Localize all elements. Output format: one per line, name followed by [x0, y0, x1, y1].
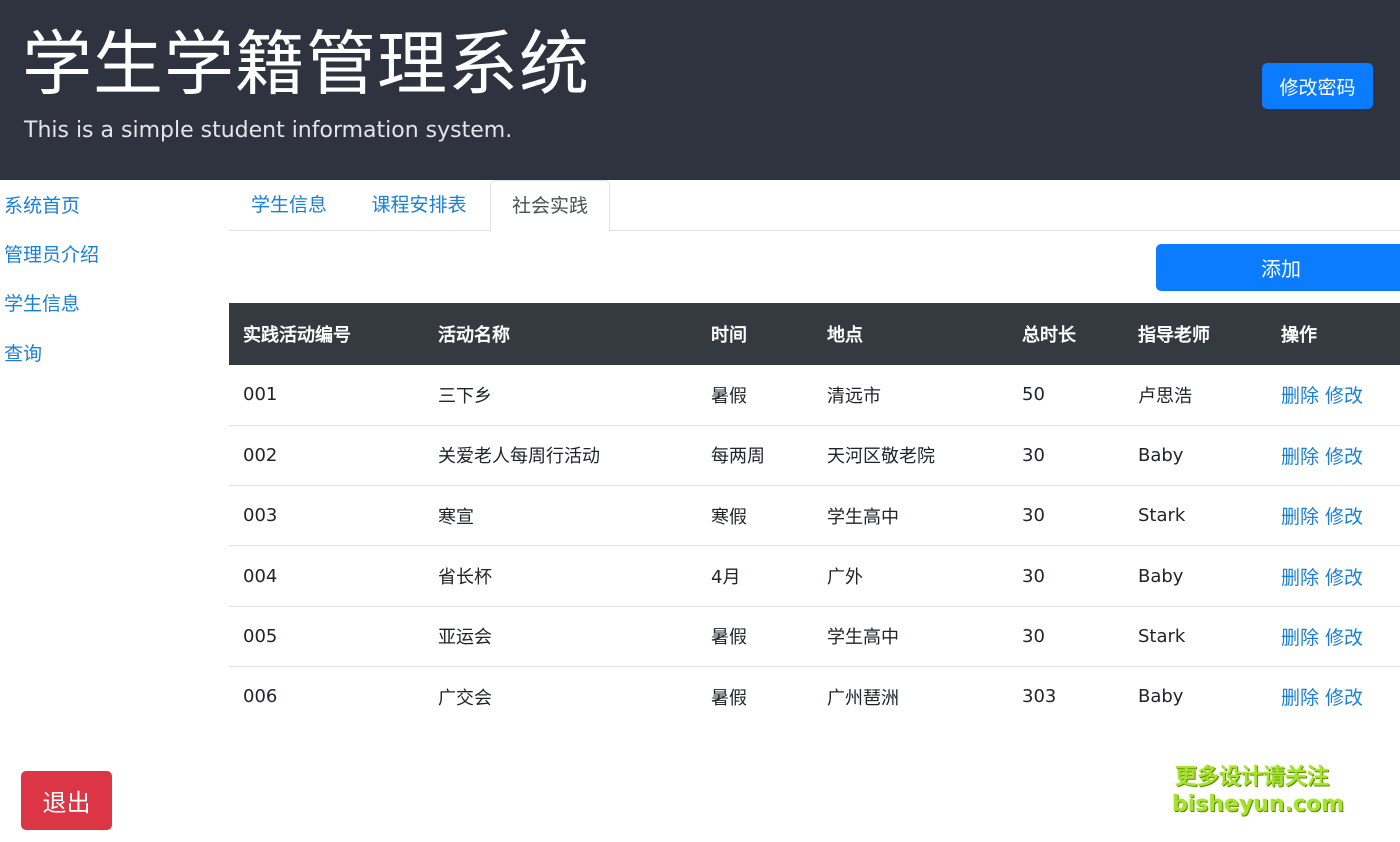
tab-bar: 学生信息 课程安排表 社会实践 [229, 180, 1400, 232]
cell-teacher: Stark [1138, 625, 1186, 647]
cell-place: 学生高中 [827, 627, 899, 649]
table-header-row: 实践活动编号 活动名称 时间 地点 总时长 指导老师 操作 [229, 303, 1400, 365]
page-header: 学生学籍管理系统 This is a simple student inform… [0, 0, 1400, 180]
delete-link[interactable]: 删除 [1281, 627, 1319, 649]
tab-social-practice[interactable]: 社会实践 [490, 180, 610, 232]
page-subtitle: This is a simple student information sys… [24, 118, 513, 143]
cell-duration: 30 [1022, 505, 1045, 527]
watermark-line1: 更多设计请关注 [1174, 765, 1329, 790]
cell-place: 清远市 [827, 385, 881, 407]
delete-link[interactable]: 删除 [1281, 385, 1319, 407]
cell-time: 4月 [711, 567, 741, 589]
cell-place: 学生高中 [827, 506, 899, 528]
edit-link[interactable]: 修改 [1325, 446, 1363, 468]
cell-teacher: Stark [1138, 505, 1186, 527]
logout-button[interactable]: 退出 [21, 771, 112, 830]
cell-id: 006 [243, 686, 278, 708]
col-header-actions: 操作 [1281, 325, 1317, 346]
sidebar-item-query[interactable]: 查询 [4, 341, 42, 367]
col-header-name: 活动名称 [438, 325, 510, 346]
cell-duration: 50 [1022, 384, 1045, 406]
sidebar-item-admin-intro[interactable]: 管理员介绍 [4, 242, 99, 268]
tab-course-schedule[interactable]: 课程安排表 [353, 180, 485, 231]
sidebar-item-student-info[interactable]: 学生信息 [4, 291, 80, 317]
cell-actions: 删除 修改 [1267, 425, 1400, 485]
cell-actions: 删除 修改 [1267, 365, 1400, 425]
cell-place: 天河区敬老院 [827, 446, 935, 468]
cell-time: 暑假 [711, 627, 747, 649]
cell-teacher: Baby [1138, 444, 1184, 466]
cell-name: 关爱老人每周行活动 [438, 446, 600, 468]
edit-link[interactable]: 修改 [1325, 506, 1363, 528]
cell-actions: 删除 修改 [1267, 606, 1400, 666]
cell-duration: 30 [1022, 565, 1045, 587]
cell-duration: 30 [1022, 444, 1045, 466]
watermark: 更多设计请关注 bisheyun.com [1172, 764, 1345, 818]
cell-actions: 删除 修改 [1267, 486, 1400, 546]
edit-link[interactable]: 修改 [1325, 385, 1363, 407]
table-row: 006 广交会 暑假 广州琶洲 303 Baby 删除 修改 [229, 666, 1400, 726]
cell-id: 003 [243, 505, 278, 527]
cell-time: 每两周 [711, 446, 765, 468]
page-title: 学生学籍管理系统 [22, 23, 590, 105]
edit-link[interactable]: 修改 [1325, 627, 1363, 649]
cell-name: 省长杯 [438, 567, 492, 589]
add-button[interactable]: 添加 [1156, 244, 1400, 291]
cell-actions: 删除 修改 [1267, 666, 1400, 726]
cell-name: 寒宣 [438, 506, 474, 528]
delete-link[interactable]: 删除 [1281, 506, 1319, 528]
delete-link[interactable]: 删除 [1281, 687, 1319, 709]
cell-id: 004 [243, 565, 278, 587]
col-header-time: 时间 [711, 325, 747, 346]
edit-link[interactable]: 修改 [1325, 567, 1363, 589]
practice-table: 实践活动编号 活动名称 时间 地点 总时长 指导老师 操作 001 三下乡 暑假… [229, 303, 1400, 727]
col-header-id: 实践活动编号 [243, 325, 351, 346]
cell-place: 广外 [827, 567, 863, 589]
table-row: 005 亚运会 暑假 学生高中 30 Stark 删除 修改 [229, 606, 1400, 667]
cell-id: 002 [243, 444, 278, 466]
col-header-place: 地点 [827, 325, 863, 346]
cell-time: 寒假 [711, 506, 747, 528]
cell-name: 三下乡 [438, 385, 492, 407]
col-header-duration: 总时长 [1022, 325, 1076, 346]
change-password-button[interactable]: 修改密码 [1262, 63, 1373, 109]
cell-duration: 30 [1022, 625, 1045, 647]
cell-duration: 303 [1022, 686, 1057, 708]
watermark-line2: bisheyun.com [1172, 792, 1345, 817]
cell-place: 广州琶洲 [827, 687, 899, 709]
col-header-teacher: 指导老师 [1138, 325, 1210, 346]
cell-actions: 删除 修改 [1267, 546, 1400, 606]
cell-time: 暑假 [711, 687, 747, 709]
delete-link[interactable]: 删除 [1281, 567, 1319, 589]
cell-id: 001 [243, 384, 278, 406]
table-row: 002 关爱老人每周行活动 每两周 天河区敬老院 30 Baby 删除 修改 [229, 425, 1400, 486]
table-row: 001 三下乡 暑假 清远市 50 卢思浩 删除 修改 [229, 365, 1400, 426]
sidebar-item-home[interactable]: 系统首页 [4, 193, 80, 219]
tab-student-info[interactable]: 学生信息 [229, 180, 349, 231]
cell-teacher: 卢思浩 [1138, 385, 1192, 407]
cell-id: 005 [243, 625, 278, 647]
cell-teacher: Baby [1138, 565, 1184, 587]
delete-link[interactable]: 删除 [1281, 446, 1319, 468]
cell-name: 亚运会 [438, 627, 492, 649]
cell-teacher: Baby [1138, 686, 1184, 708]
table-row: 003 寒宣 寒假 学生高中 30 Stark 删除 修改 [229, 486, 1400, 546]
cell-name: 广交会 [438, 687, 492, 709]
edit-link[interactable]: 修改 [1325, 687, 1363, 709]
cell-time: 暑假 [711, 385, 747, 407]
table-row: 004 省长杯 4月 广外 30 Baby 删除 修改 [229, 546, 1400, 607]
